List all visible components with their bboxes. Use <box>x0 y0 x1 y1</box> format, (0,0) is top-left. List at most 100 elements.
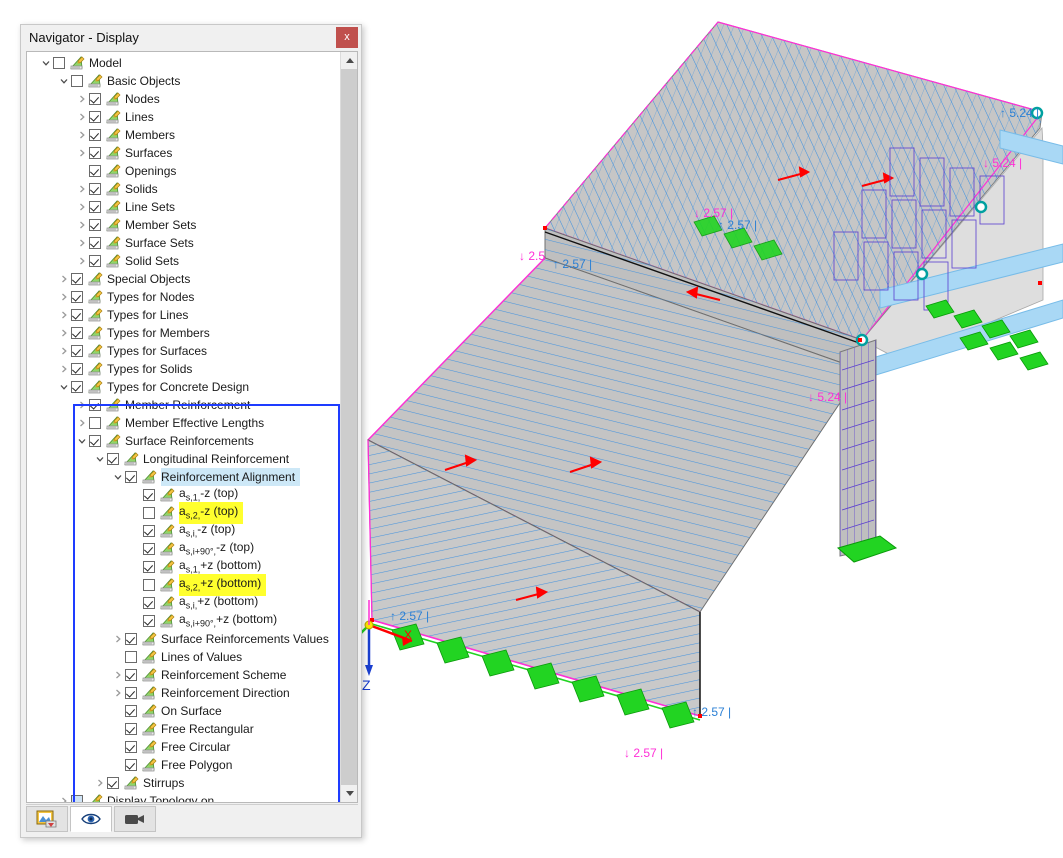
expander-collapse-icon[interactable] <box>57 72 71 90</box>
tree-item[interactable]: Display Topology on <box>27 792 341 802</box>
tree-item-checkbox[interactable] <box>71 345 83 357</box>
expander-expand-icon[interactable] <box>75 252 89 270</box>
tree-item-checkbox[interactable] <box>125 723 137 735</box>
tree-item-checkbox[interactable] <box>89 201 101 213</box>
tree-item-checkbox[interactable] <box>89 237 101 249</box>
tree-item[interactable]: Types for Nodes <box>27 288 341 306</box>
tree-item-checkbox[interactable] <box>89 111 101 123</box>
tree-item[interactable]: as,i+90°,+z (bottom) <box>27 612 341 630</box>
tree-item-checkbox[interactable] <box>71 75 83 87</box>
tree-item[interactable]: Surface Reinforcements <box>27 432 341 450</box>
scroll-down-button[interactable] <box>341 785 357 802</box>
tree-item[interactable]: Lines <box>27 108 341 126</box>
tree-item[interactable]: Special Objects <box>27 270 341 288</box>
tree-item-checkbox[interactable] <box>71 273 83 285</box>
tree-item[interactable]: Types for Members <box>27 324 341 342</box>
expander-collapse-icon[interactable] <box>39 54 53 72</box>
tree-item-checkbox[interactable] <box>143 543 155 555</box>
tree-item[interactable]: Openings <box>27 162 341 180</box>
tree-item-checkbox[interactable] <box>89 435 101 447</box>
tree-item[interactable]: Types for Concrete Design <box>27 378 341 396</box>
tree-item-checkbox[interactable] <box>89 417 101 429</box>
tree-item-checkbox[interactable] <box>143 579 155 591</box>
expander-collapse-icon[interactable] <box>93 450 107 468</box>
tree-item[interactable]: Free Circular <box>27 738 341 756</box>
expander-expand-icon[interactable] <box>75 126 89 144</box>
tree-item-checkbox[interactable] <box>125 651 137 663</box>
expander-expand-icon[interactable] <box>75 90 89 108</box>
expander-expand-icon[interactable] <box>75 108 89 126</box>
tree-item[interactable]: Reinforcement Scheme <box>27 666 341 684</box>
tree-item[interactable]: Types for Surfaces <box>27 342 341 360</box>
tree-item-checkbox[interactable] <box>125 705 137 717</box>
expander-expand-icon[interactable] <box>57 306 71 324</box>
scroll-up-button[interactable] <box>341 52 357 69</box>
expander-expand-icon[interactable] <box>111 666 125 684</box>
tree-item-checkbox[interactable] <box>107 453 119 465</box>
tree-item-checkbox[interactable] <box>143 561 155 573</box>
expander-expand-icon[interactable] <box>75 396 89 414</box>
tree-item[interactable]: Surface Reinforcements Values <box>27 630 341 648</box>
expander-collapse-icon[interactable] <box>111 468 125 486</box>
tree-item-checkbox[interactable] <box>53 57 65 69</box>
scrollbar-thumb[interactable] <box>341 69 357 785</box>
tree-item[interactable]: Member Reinforcement <box>27 396 341 414</box>
render-tab[interactable] <box>26 806 68 832</box>
tree-item[interactable]: Basic Objects <box>27 72 341 90</box>
tree-item-checkbox[interactable] <box>125 741 137 753</box>
expander-expand-icon[interactable] <box>57 360 71 378</box>
tree-item[interactable]: Reinforcement Direction <box>27 684 341 702</box>
tree-item-checkbox[interactable] <box>125 687 137 699</box>
animation-tab[interactable] <box>114 806 156 832</box>
tree-item-checkbox[interactable] <box>89 147 101 159</box>
tree-item[interactable]: Free Polygon <box>27 756 341 774</box>
navigator-tab-bar[interactable] <box>26 804 358 832</box>
tree-item[interactable]: Surface Sets <box>27 234 341 252</box>
tree-item-checkbox[interactable] <box>125 759 137 771</box>
tree-item-checkbox[interactable] <box>89 93 101 105</box>
tree-item-checkbox[interactable] <box>143 489 155 501</box>
tree-item-checkbox[interactable] <box>107 777 119 789</box>
tree-scrollbar[interactable] <box>340 52 357 802</box>
tree-item-checkbox[interactable] <box>71 381 83 393</box>
tree-item[interactable]: Lines of Values <box>27 648 341 666</box>
tree-item-checkbox[interactable] <box>71 795 83 802</box>
tree-item-checkbox[interactable] <box>143 615 155 627</box>
tree-item[interactable]: Member Effective Lengths <box>27 414 341 432</box>
tree-item-checkbox[interactable] <box>89 183 101 195</box>
tree-item-checkbox[interactable] <box>89 165 101 177</box>
tree-item[interactable]: Nodes <box>27 90 341 108</box>
tree-item-checkbox[interactable] <box>89 399 101 411</box>
tree-item-checkbox[interactable] <box>125 669 137 681</box>
tree-item-checkbox[interactable] <box>125 633 137 645</box>
tree-item-checkbox[interactable] <box>143 525 155 537</box>
expander-expand-icon[interactable] <box>75 180 89 198</box>
expander-expand-icon[interactable] <box>57 792 71 802</box>
tree-item[interactable]: Line Sets <box>27 198 341 216</box>
tree-item-checkbox[interactable] <box>89 219 101 231</box>
expander-expand-icon[interactable] <box>75 144 89 162</box>
expander-expand-icon[interactable] <box>57 342 71 360</box>
tree-item[interactable]: Types for Lines <box>27 306 341 324</box>
expander-expand-icon[interactable] <box>93 774 107 792</box>
display-tree[interactable]: Model Basic Objects Nodes Lines Members … <box>27 52 341 802</box>
expander-expand-icon[interactable] <box>75 198 89 216</box>
expander-expand-icon[interactable] <box>57 270 71 288</box>
tree-item-checkbox[interactable] <box>89 255 101 267</box>
tree-item[interactable]: Types for Solids <box>27 360 341 378</box>
tree-item-checkbox[interactable] <box>89 129 101 141</box>
close-button[interactable]: x <box>336 27 358 48</box>
tree-item[interactable]: Model <box>27 54 341 72</box>
expander-expand-icon[interactable] <box>111 630 125 648</box>
expander-collapse-icon[interactable] <box>75 432 89 450</box>
expander-expand-icon[interactable] <box>111 684 125 702</box>
expander-expand-icon[interactable] <box>57 288 71 306</box>
tree-item-checkbox[interactable] <box>143 507 155 519</box>
expander-collapse-icon[interactable] <box>57 378 71 396</box>
tree-item-checkbox[interactable] <box>71 327 83 339</box>
tree-item[interactable]: Members <box>27 126 341 144</box>
tree-item[interactable]: On Surface <box>27 702 341 720</box>
tree-item[interactable]: Solid Sets <box>27 252 341 270</box>
expander-expand-icon[interactable] <box>75 216 89 234</box>
tree-item[interactable]: Solids <box>27 180 341 198</box>
